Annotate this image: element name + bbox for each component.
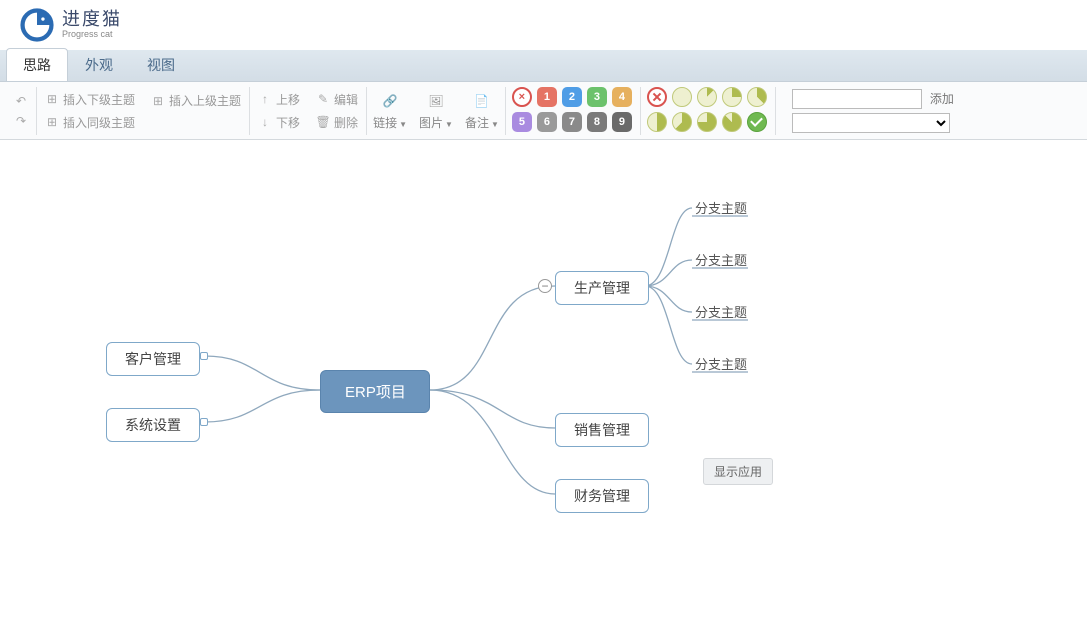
progress-37-icon[interactable] [747,87,767,107]
insert-sibling-icon: ⊞ [45,115,59,129]
mindmap-leaf[interactable]: 分支主题 [695,354,747,373]
tag-area: 添加 [786,89,964,133]
main-tabbar: 思路 外观 视图 [0,50,1087,82]
progress-25-icon[interactable] [722,87,742,107]
priority-palette: ×1234 56789 [506,87,640,134]
note-icon: 📄 [471,90,493,112]
tag-add-button[interactable]: 添加 [926,90,958,107]
brand-name-en: Progress cat [62,30,122,40]
mindmap-leaf[interactable]: 分支主题 [695,302,747,321]
insert-child-icon: ⊞ [45,92,59,106]
tag-select[interactable] [792,113,950,133]
progress-50-icon[interactable] [647,112,667,132]
mindmap-root-node[interactable]: ERP项目 [320,370,430,413]
brand-name-cn: 进度猫 [62,10,122,30]
app-header: 进度猫 Progress cat [0,0,1087,50]
undo-icon: ↶ [14,94,28,108]
priority-6-icon[interactable]: 6 [537,112,557,132]
tab-idea[interactable]: 思路 [6,48,68,81]
insert-child-button[interactable]: ⊞插入下级主题 [43,90,137,109]
mindmap-node[interactable]: 财务管理 [555,479,649,513]
priority-9-icon[interactable]: 9 [612,112,632,132]
priority-7-icon[interactable]: 7 [562,112,582,132]
priority-5-icon[interactable]: 5 [512,112,532,132]
image-button[interactable]: 🖼 图片▼ [413,88,459,133]
insert-parent-icon: ⊞ [151,94,165,108]
mindmap-leaf[interactable]: 分支主题 [695,250,747,269]
priority-2-icon[interactable]: 2 [562,87,582,107]
brand-logo: 进度猫 Progress cat [20,8,122,42]
tag-input[interactable] [792,89,922,109]
connector-dot [200,352,208,360]
progress-87-icon[interactable] [722,112,742,132]
insert-sibling-button[interactable]: ⊞插入同级主题 [43,113,137,132]
progress-done-icon[interactable] [747,112,767,132]
mindmap-edges [0,140,1087,633]
priority-8-icon[interactable]: 8 [587,112,607,132]
link-icon: 🔗 [379,90,401,112]
collapse-toggle[interactable]: − [538,279,552,293]
trash-icon: 🗑 [316,115,330,129]
arrow-down-icon: ↓ [258,115,272,129]
redo-button[interactable]: ↷ [12,113,30,129]
undo-button[interactable]: ↶ [12,93,30,109]
toolbar: ↶ ↷ ⊞插入下级主题 ⊞插入同级主题 ⊞插入上级主题 _ ↑上移 ↓下移 ✎编… [0,82,1087,140]
progress-62-icon[interactable] [672,112,692,132]
delete-button[interactable]: 🗑删除 [314,113,360,132]
separator [775,87,776,135]
mindmap-node[interactable]: 销售管理 [555,413,649,447]
link-button[interactable]: 🔗 链接▼ [367,88,413,133]
connector-dot [200,418,208,426]
tab-view[interactable]: 视图 [130,48,192,81]
mindmap-node[interactable]: 客户管理 [106,342,200,376]
progress-none-icon[interactable] [647,87,667,107]
mindmap-node[interactable]: 生产管理 [555,271,649,305]
progress-0-icon[interactable] [672,87,692,107]
pencil-icon: ✎ [316,92,330,106]
move-down-button[interactable]: ↓下移 [256,113,302,132]
note-button[interactable]: 📄 备注▼ [459,88,505,133]
logo-icon [20,8,54,42]
progress-75-icon[interactable] [697,112,717,132]
mindmap-leaf[interactable]: 分支主题 [695,198,747,217]
move-up-button[interactable]: ↑上移 [256,90,302,109]
image-icon: 🖼 [425,90,447,112]
priority-none-icon[interactable]: × [512,87,532,107]
show-apps-button[interactable]: 显示应用 [703,458,773,485]
edit-button[interactable]: ✎编辑 [314,90,360,109]
mindmap-node[interactable]: 系统设置 [106,408,200,442]
mindmap-canvas[interactable]: ERP项目 客户管理 系统设置 − 生产管理 分支主题 分支主题 分支主题 分支… [0,140,1087,633]
priority-3-icon[interactable]: 3 [587,87,607,107]
redo-icon: ↷ [14,114,28,128]
tab-appearance[interactable]: 外观 [68,48,130,81]
priority-1-icon[interactable]: 1 [537,87,557,107]
progress-palette [641,87,775,134]
progress-12-icon[interactable] [697,87,717,107]
insert-parent-button[interactable]: ⊞插入上级主题 [149,91,243,110]
arrow-up-icon: ↑ [258,92,272,106]
priority-4-icon[interactable]: 4 [612,87,632,107]
